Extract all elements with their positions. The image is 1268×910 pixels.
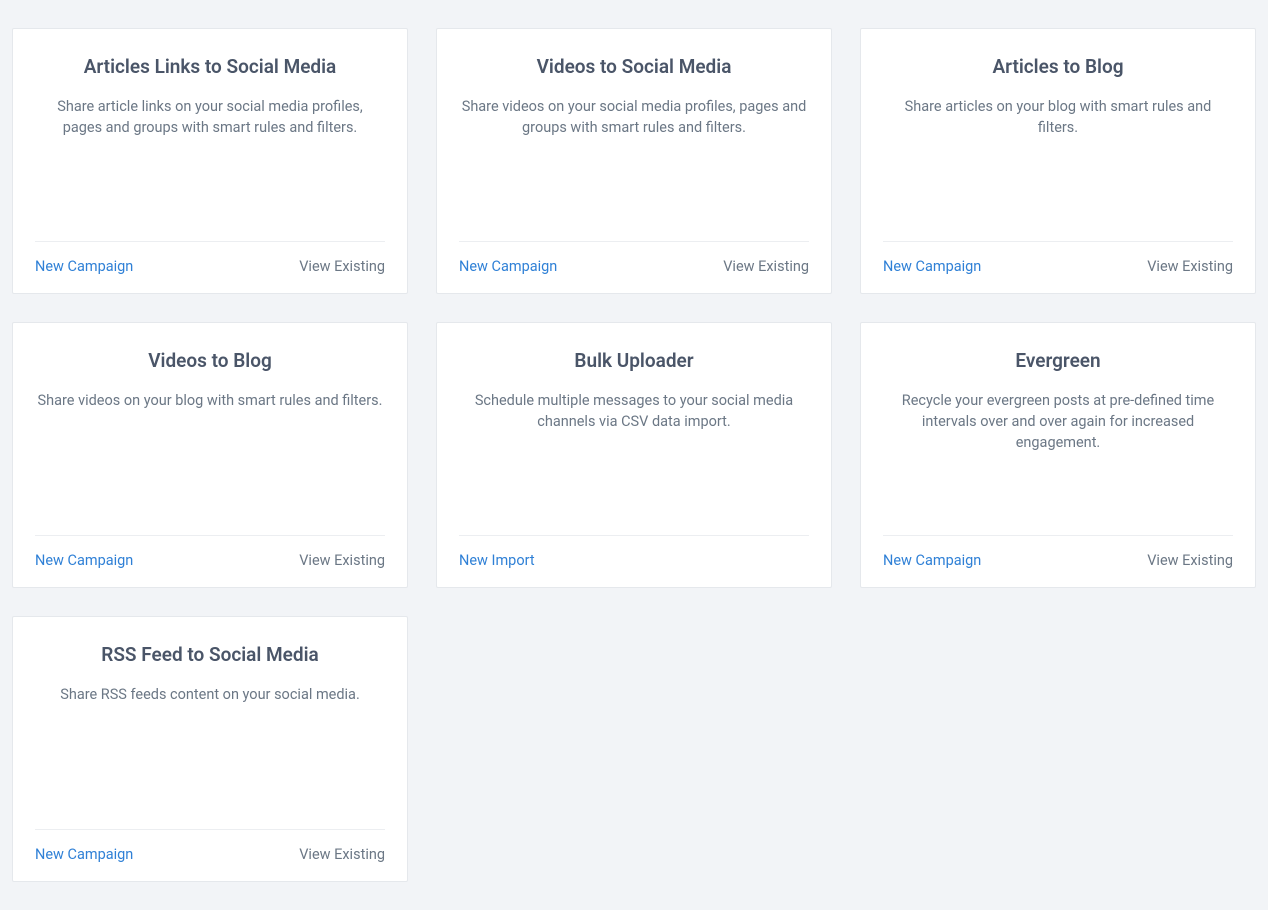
card-articles-links-social: Articles Links to Social Media Share art…	[12, 28, 408, 294]
new-campaign-link[interactable]: New Campaign	[35, 846, 133, 863]
view-existing-link[interactable]: View Existing	[299, 552, 385, 569]
card-description: Share RSS feeds content on your social m…	[35, 684, 385, 705]
card-description: Share videos on your blog with smart rul…	[35, 390, 385, 411]
view-existing-link[interactable]: View Existing	[1147, 552, 1233, 569]
card-footer: New Campaign View Existing	[883, 535, 1233, 569]
card-description: Recycle your evergreen posts at pre-defi…	[883, 390, 1233, 453]
card-footer: New Campaign View Existing	[35, 241, 385, 275]
card-evergreen: Evergreen Recycle your evergreen posts a…	[860, 322, 1256, 588]
card-footer: New Campaign View Existing	[883, 241, 1233, 275]
view-existing-link[interactable]: View Existing	[723, 258, 809, 275]
new-campaign-link[interactable]: New Campaign	[459, 258, 557, 275]
campaign-type-grid: Articles Links to Social Media Share art…	[12, 28, 1256, 882]
card-title: Videos to Blog	[35, 349, 385, 372]
card-title: Bulk Uploader	[459, 349, 809, 372]
card-footer: New Import	[459, 535, 809, 569]
card-description: Share article links on your social media…	[35, 96, 385, 138]
card-articles-blog: Articles to Blog Share articles on your …	[860, 28, 1256, 294]
card-description: Share videos on your social media profil…	[459, 96, 809, 138]
card-bulk-uploader: Bulk Uploader Schedule multiple messages…	[436, 322, 832, 588]
new-campaign-link[interactable]: New Campaign	[883, 258, 981, 275]
view-existing-link[interactable]: View Existing	[1147, 258, 1233, 275]
card-title: Videos to Social Media	[459, 55, 809, 78]
card-rss-social: RSS Feed to Social Media Share RSS feeds…	[12, 616, 408, 882]
card-description: Share articles on your blog with smart r…	[883, 96, 1233, 138]
card-footer: New Campaign View Existing	[459, 241, 809, 275]
new-import-link[interactable]: New Import	[459, 552, 535, 569]
card-videos-blog: Videos to Blog Share videos on your blog…	[12, 322, 408, 588]
view-existing-link[interactable]: View Existing	[299, 258, 385, 275]
card-title: RSS Feed to Social Media	[35, 643, 385, 666]
card-description: Schedule multiple messages to your socia…	[459, 390, 809, 432]
card-title: Articles Links to Social Media	[35, 55, 385, 78]
card-title: Evergreen	[883, 349, 1233, 372]
new-campaign-link[interactable]: New Campaign	[35, 552, 133, 569]
card-title: Articles to Blog	[883, 55, 1233, 78]
new-campaign-link[interactable]: New Campaign	[883, 552, 981, 569]
card-footer: New Campaign View Existing	[35, 829, 385, 863]
card-videos-social: Videos to Social Media Share videos on y…	[436, 28, 832, 294]
new-campaign-link[interactable]: New Campaign	[35, 258, 133, 275]
view-existing-link[interactable]: View Existing	[299, 846, 385, 863]
card-footer: New Campaign View Existing	[35, 535, 385, 569]
